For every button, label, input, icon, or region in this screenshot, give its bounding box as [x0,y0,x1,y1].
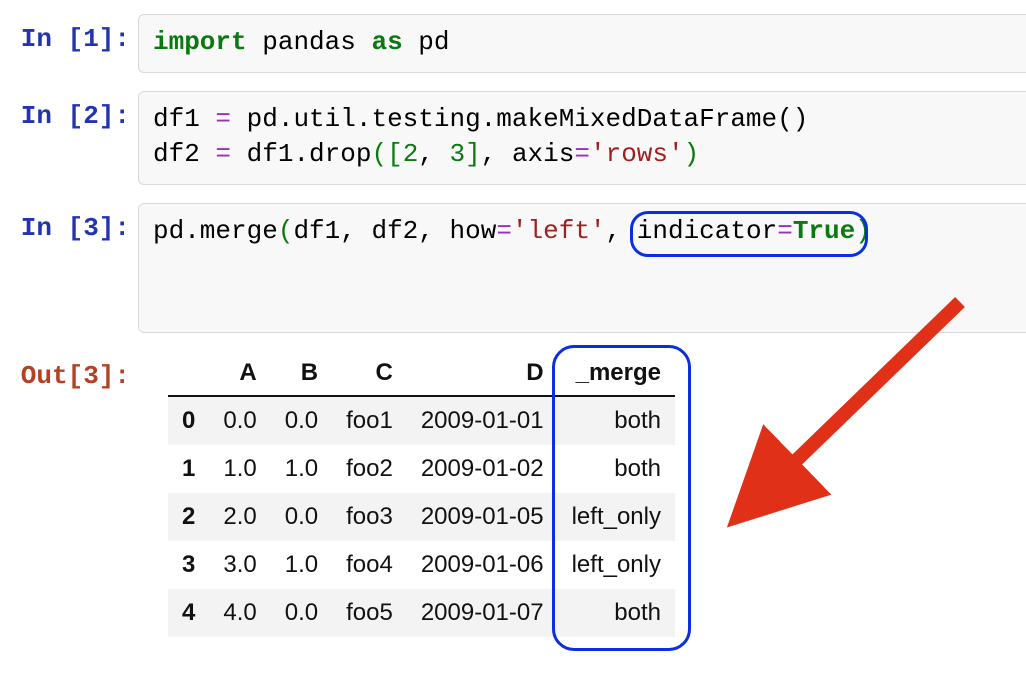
column-header: D [407,351,558,396]
column-header: _merge [558,351,675,396]
rpar: ) [684,139,700,169]
table-cell: left_only [558,493,675,541]
column-header: C [332,351,407,396]
kw-import: import [153,27,247,57]
str-rows: 'rows' [590,139,684,169]
table-cell: 2.0 [209,493,270,541]
table-row: 44.00.0foo52009-01-07both [168,589,675,637]
op-eqi: = [777,216,793,246]
table-cell: 0.0 [271,589,332,637]
table-row: 00.00.0foo12009-01-01both [168,396,675,445]
comma: , [418,139,434,169]
kw-how: how [450,216,497,246]
table-cell: both [558,396,675,445]
table-cell: 2009-01-01 [407,396,558,445]
lbracket: [ [387,139,403,169]
table-cell: both [558,445,675,493]
sp [247,27,263,57]
cell-in-1: In [1]: import pandas as pd [0,14,1026,73]
table-header-row: ABCD_merge [168,351,675,396]
row-index: 3 [168,541,209,589]
kw-as: as [371,27,402,57]
rpar3: ) [855,216,871,246]
row-index: 1 [168,445,209,493]
code-box-1[interactable]: import pandas as pd [138,14,1026,73]
sp [356,27,372,57]
id-pd: pd [418,27,449,57]
lpar3: ( [278,216,294,246]
num-3: 3 [450,139,466,169]
table-cell: foo5 [332,589,407,637]
table-cell: both [558,589,675,637]
table-cell: foo2 [332,445,407,493]
rbracket: ] [465,139,481,169]
op-eqh: = [496,216,512,246]
table-corner [168,351,209,396]
call-drop: df1.drop [247,139,372,169]
table-cell: 1.0 [271,445,332,493]
table-cell: 0.0 [271,396,332,445]
id-df2: df2 [153,139,200,169]
op-eq: = [215,104,231,134]
prompt-in-1: In [1]: [0,14,138,54]
table-cell: 2009-01-07 [407,589,558,637]
table-row: 22.00.0foo32009-01-05left_only [168,493,675,541]
table-cell: 2009-01-02 [407,445,558,493]
table-row: 33.01.0foo42009-01-06left_only [168,541,675,589]
table-cell: foo1 [332,396,407,445]
column-header: A [209,351,270,396]
notebook: In [1]: import pandas as pd In [2]: df1 … [0,0,1026,675]
call-merge: pd.merge [153,216,278,246]
table-cell: foo4 [332,541,407,589]
table-row: 11.01.0foo22009-01-02both [168,445,675,493]
kw-indicator: indicator [637,216,777,246]
expr-makedf: pd.util.testing.makeMixedDataFrame() [247,104,809,134]
cell-in-3: In [3]: pd.merge(df1, df2, how='left', i… [0,203,1026,332]
comma2: , [481,139,497,169]
lpar: ( [371,139,387,169]
id-pandas: pandas [262,27,356,57]
prompt-out-3: Out[3]: [0,351,138,391]
table-body: 00.00.0foo12009-01-01both11.01.0foo22009… [168,396,675,637]
prompt-in-3: In [3]: [0,203,138,243]
arg-df1: df1 [293,216,340,246]
table-cell: 0.0 [271,493,332,541]
table-cell: 2009-01-06 [407,541,558,589]
output-area: ABCD_merge 00.00.0foo12009-01-01both11.0… [138,351,1026,637]
prompt-in-2: In [2]: [0,91,138,131]
row-index: 4 [168,589,209,637]
dataframe-table: ABCD_merge 00.00.0foo12009-01-01both11.0… [168,351,675,637]
table-cell: 1.0 [209,445,270,493]
table-cell: 2009-01-05 [407,493,558,541]
op-eq3: = [574,139,590,169]
sp [403,27,419,57]
table-cell: 3.0 [209,541,270,589]
id-df1: df1 [153,104,200,134]
kw-axis: axis [512,139,574,169]
cell-in-2: In [2]: df1 = pd.util.testing.makeMixedD… [0,91,1026,185]
code-box-3[interactable]: pd.merge(df1, df2, how='left', indicator… [138,203,1026,332]
comma-c: , [606,216,622,246]
row-index: 0 [168,396,209,445]
cell-out-3: Out[3]: ABCD_merge 00.00.0foo12009-01-01… [0,351,1026,637]
arg-df2: df2 [371,216,418,246]
val-true: True [793,216,855,246]
table-cell: 4.0 [209,589,270,637]
num-2: 2 [403,139,419,169]
table-cell: left_only [558,541,675,589]
str-left: 'left' [512,216,606,246]
table-cell: foo3 [332,493,407,541]
table-cell: 1.0 [271,541,332,589]
table-cell: 0.0 [209,396,270,445]
row-index: 2 [168,493,209,541]
column-header: B [271,351,332,396]
code-box-2[interactable]: df1 = pd.util.testing.makeMixedDataFrame… [138,91,1026,185]
comma-a: , [340,216,356,246]
comma-b: , [418,216,434,246]
op-eq2: = [215,139,231,169]
